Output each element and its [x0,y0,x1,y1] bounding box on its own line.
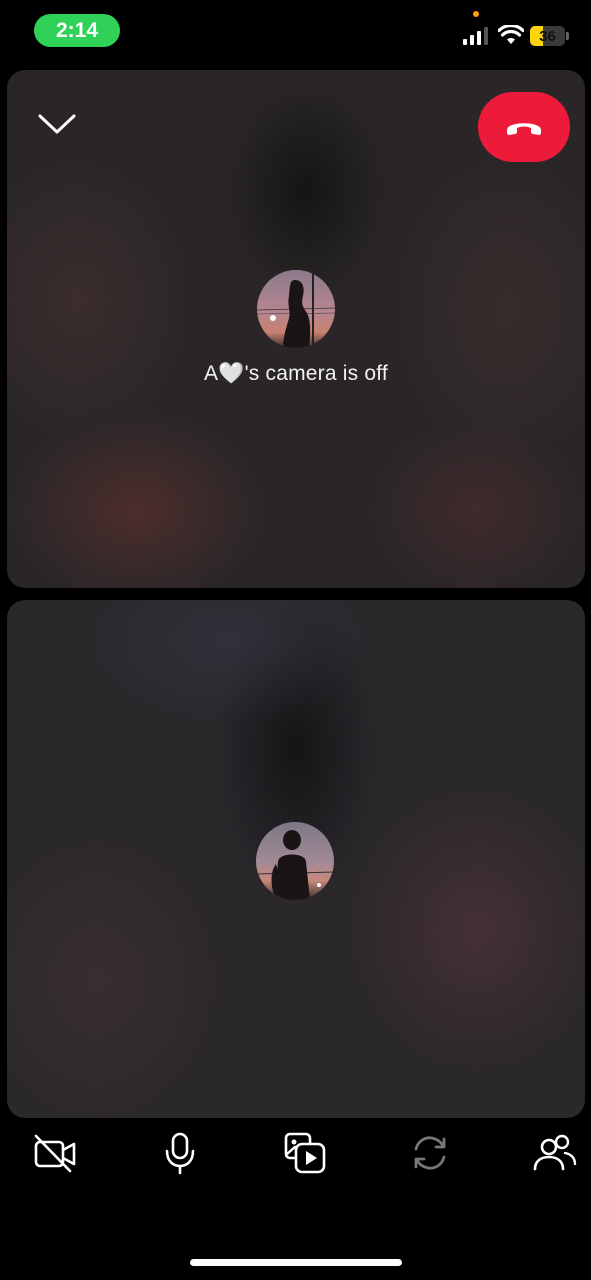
status-bar: 2:14 36 [0,0,591,60]
microphone-button[interactable] [155,1128,205,1178]
camera-off-icon [34,1134,76,1173]
self-video-panel[interactable] [7,600,585,1118]
hang-up-phone-icon [507,123,541,135]
camera-toggle-button[interactable] [30,1128,80,1178]
time-pill[interactable]: 2:14 [34,14,120,47]
cellular-signal-icon [463,27,488,45]
call-controls-bar [0,1128,591,1188]
home-indicator[interactable] [190,1259,402,1266]
battery-icon: 36 [530,26,570,46]
flip-camera-icon [414,1136,446,1170]
camera-off-message: A🤍's camera is off [204,362,388,385]
wifi-icon [498,25,524,44]
status-time: 2:14 [55,18,99,42]
privacy-indicator-dot [473,11,479,17]
media-share-icon [284,1132,326,1174]
end-call-button[interactable] [478,92,570,162]
remote-video-panel[interactable]: A🤍's camera is off [7,70,585,588]
remote-participant-avatar [257,270,335,348]
microphone-icon [165,1132,195,1175]
self-avatar [256,822,334,900]
flip-camera-button[interactable] [405,1128,455,1178]
participants-icon [533,1134,577,1171]
share-media-button[interactable] [280,1128,330,1178]
minimize-chevron-down-icon[interactable] [37,110,77,140]
battery-level: 36 [539,27,556,45]
participants-button[interactable] [530,1128,580,1178]
